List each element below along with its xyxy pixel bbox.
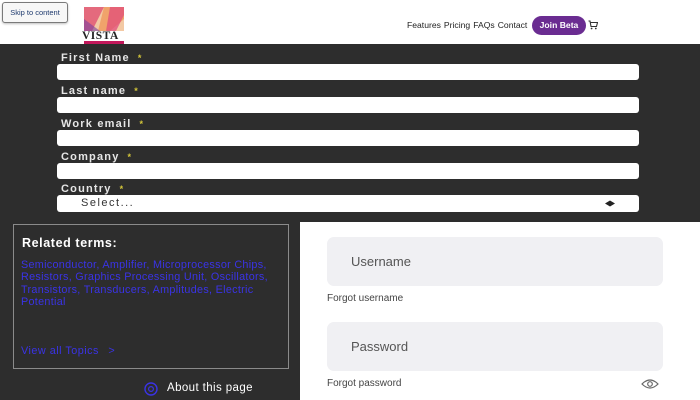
related-terms-links[interactable]: Semiconductor, Amplifier, Microprocessor…	[21, 259, 283, 308]
country-label: Country *	[61, 183, 124, 195]
view-all-topics-text: View all Topics	[21, 345, 99, 357]
related-terms-title: Related terms:	[22, 236, 118, 250]
forgot-username-link[interactable]: Forgot username	[327, 293, 403, 304]
nav-faqs[interactable]: FAQs	[473, 20, 495, 30]
last-name-label-text: Last name	[61, 85, 127, 97]
required-marker: *	[139, 119, 145, 129]
nav-pricing[interactable]: Pricing	[444, 20, 470, 30]
main-nav: Features Pricing FAQs Contact	[407, 20, 527, 30]
last-name-input[interactable]	[57, 97, 639, 113]
page: Skip to content VISTA Features Pricing F…	[0, 0, 700, 400]
show-password-eye-icon[interactable]	[641, 378, 659, 390]
site-header: Skip to content VISTA Features Pricing F…	[0, 0, 700, 44]
username-input[interactable]: Username	[327, 237, 663, 286]
last-name-label: Last name *	[61, 85, 139, 97]
work-email-label: Work email *	[61, 118, 144, 130]
required-marker: *	[127, 152, 133, 162]
first-name-input[interactable]	[57, 64, 639, 80]
cart-icon[interactable]	[588, 20, 598, 30]
forgot-password-link[interactable]: Forgot password	[327, 378, 401, 389]
view-all-topics-link[interactable]: View all Topics >	[21, 345, 115, 357]
country-select[interactable]: Select...	[57, 195, 639, 212]
work-email-label-text: Work email	[61, 118, 132, 130]
chevron-down-icon	[605, 200, 615, 207]
company-label-text: Company	[61, 151, 120, 163]
first-name-label-text: First Name	[61, 52, 130, 64]
company-label: Company *	[61, 151, 132, 163]
required-marker: *	[134, 86, 139, 96]
work-email-input[interactable]	[57, 130, 639, 146]
about-this-page-link[interactable]: About this page	[167, 382, 253, 394]
password-input[interactable]: Password	[327, 322, 663, 371]
nav-features[interactable]: Features	[407, 20, 441, 30]
join-beta-button[interactable]: Join Beta	[532, 16, 586, 35]
company-input[interactable]	[57, 163, 639, 179]
skip-to-content-link[interactable]: Skip to content	[2, 2, 68, 23]
info-icon	[144, 382, 158, 396]
first-name-label: First Name *	[61, 52, 143, 64]
nav-contact[interactable]: Contact	[498, 20, 528, 30]
country-label-text: Country	[61, 183, 112, 195]
required-marker: *	[137, 53, 143, 63]
country-select-value: Select...	[81, 197, 135, 209]
logo-wordmark: VISTA	[82, 30, 119, 42]
chevron-right-icon: >	[108, 345, 116, 357]
required-marker: *	[119, 184, 125, 194]
